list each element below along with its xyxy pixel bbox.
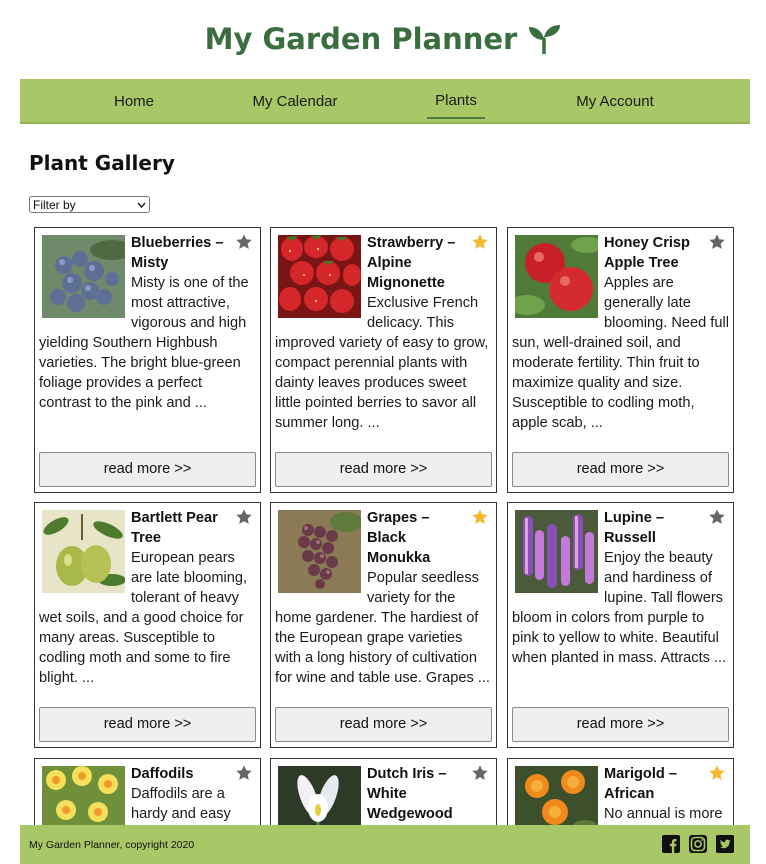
nav-item-plants[interactable]: Plants	[419, 79, 493, 124]
star-icon[interactable]	[708, 508, 726, 526]
chevron-down-icon	[137, 202, 146, 208]
star-icon[interactable]	[708, 233, 726, 251]
site-footer: My Garden Planner, copyright 2020	[20, 825, 750, 864]
plant-image-blueberries	[42, 235, 125, 318]
plant-card: Grapes – Black Monukka Popular seedless …	[270, 502, 497, 748]
twitter-icon[interactable]	[716, 835, 734, 853]
read-more-button[interactable]: read more >>	[275, 452, 492, 487]
facebook-icon[interactable]	[662, 835, 680, 853]
plant-image-pear	[42, 510, 125, 593]
star-icon[interactable]	[471, 508, 489, 526]
main-nav: Home My Calendar Plants My Account	[20, 79, 750, 124]
read-more-button[interactable]: read more >>	[512, 707, 729, 742]
sprout-icon	[529, 25, 561, 54]
star-icon[interactable]	[708, 764, 726, 782]
plant-card: Strawberry – Alpine Mignonette Exclusive…	[270, 227, 497, 493]
plant-card: Bartlett Pear Tree European pears are la…	[34, 502, 261, 748]
plant-card: Honey Crisp Apple Tree Apples are genera…	[507, 227, 734, 493]
read-more-button[interactable]: read more >>	[39, 707, 256, 742]
read-more-button[interactable]: read more >>	[39, 452, 256, 487]
plant-image-lupine	[515, 510, 598, 593]
nav-item-home[interactable]: Home	[92, 79, 176, 124]
plant-card: Lupine – Russell Enjoy the beauty and ha…	[507, 502, 734, 748]
nav-item-my-account[interactable]: My Account	[563, 79, 667, 124]
plant-card: Blueberries – Misty Misty is one of the …	[34, 227, 261, 493]
read-more-button[interactable]: read more >>	[275, 707, 492, 742]
instagram-icon[interactable]	[689, 835, 707, 853]
star-icon[interactable]	[471, 764, 489, 782]
filter-selected-value: Filter by	[33, 197, 76, 212]
read-more-button[interactable]: read more >>	[512, 452, 729, 487]
page-title: Plant Gallery	[29, 151, 175, 175]
star-icon[interactable]	[235, 233, 253, 251]
plant-description: No annual is more	[604, 806, 723, 822]
star-icon[interactable]	[235, 764, 253, 782]
site-title: My Garden Planner	[0, 22, 766, 56]
plant-image-strawberry	[278, 235, 361, 318]
filter-select[interactable]: Filter by	[29, 196, 150, 213]
nav-item-my-calendar[interactable]: My Calendar	[242, 79, 348, 124]
star-icon[interactable]	[235, 508, 253, 526]
plant-image-apple	[515, 235, 598, 318]
footer-copyright: My Garden Planner, copyright 2020	[29, 839, 195, 851]
plant-description: Daffodils are a hardy and easy	[131, 786, 231, 822]
site-title-text: My Garden Planner	[204, 22, 518, 56]
plant-image-grapes	[278, 510, 361, 593]
star-icon[interactable]	[471, 233, 489, 251]
